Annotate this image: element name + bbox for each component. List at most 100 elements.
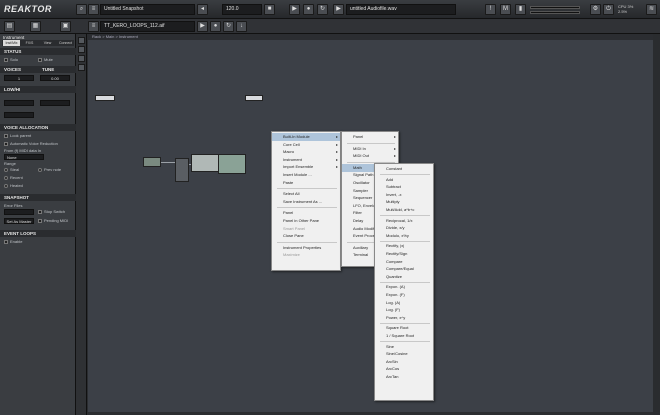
sample-loop-button[interactable]: ↻ [223, 21, 234, 32]
menu-item[interactable]: Mult/Add, a*b+c [375, 206, 433, 214]
tab-fx[interactable]: FX/S [21, 40, 38, 46]
properties-icon[interactable] [78, 46, 85, 53]
menu-item-label: Log. (F) [386, 307, 401, 313]
module-node[interactable] [191, 154, 221, 172]
loop-button[interactable]: ↻ [317, 4, 328, 15]
menu-item-label: Import Ensemble [283, 164, 314, 170]
vel-low-field[interactable] [4, 112, 34, 118]
look-parent-checkbox[interactable] [4, 134, 8, 138]
power-icon[interactable]: ⏻ [603, 4, 614, 15]
menu-item-label: Modulo, x%y [386, 232, 409, 238]
tab-inst-mix[interactable]: Inst/Mix [3, 40, 20, 46]
menu-item-label: Expon. (A) [386, 284, 405, 290]
menu-item-label: Close Pane [283, 233, 304, 239]
menu-item[interactable]: Panel ▸ [342, 133, 398, 141]
prev-note-radio[interactable] [38, 168, 42, 172]
input-port-node[interactable] [95, 95, 115, 101]
menu-item-label: Instrument [283, 156, 302, 162]
heated-radio[interactable] [4, 184, 8, 188]
menu-item[interactable]: Quantize [375, 273, 433, 281]
volume-meter [530, 6, 580, 9]
enable-checkbox[interactable] [4, 240, 8, 244]
menu-item-label: Filter [353, 210, 362, 216]
snapshot-prev-button[interactable]: ◂ [197, 4, 208, 15]
menu-item[interactable]: Constant [375, 165, 433, 173]
midi-button[interactable]: M [500, 4, 511, 15]
breadcrumb-item[interactable]: Instrument [119, 34, 138, 39]
menu-item-label: MIDI Out [353, 153, 370, 159]
auto-reduce-checkbox[interactable] [4, 142, 8, 146]
solo-label: Solo [10, 57, 19, 62]
browser-toggle-icon[interactable]: ▤ [4, 21, 15, 32]
menu-item-label: Sampler [353, 187, 368, 193]
stop-switch-checkbox[interactable] [38, 210, 42, 214]
tempo-field[interactable]: 120.0 [222, 4, 262, 15]
pitch-low-field[interactable] [4, 100, 34, 106]
pending-midi-checkbox[interactable] [38, 219, 42, 223]
pitch-high-field[interactable] [40, 100, 70, 106]
error-files-field[interactable] [4, 209, 34, 215]
menu-item[interactable]: Maximize [272, 251, 340, 259]
play-button[interactable]: ▶ [289, 4, 300, 15]
menu-item-label: Panel [283, 210, 294, 216]
structure-view-icon[interactable]: ▣ [60, 21, 71, 32]
look-parent-label: Look parent [10, 133, 32, 138]
panel-lock-icon[interactable] [78, 55, 85, 62]
meter-button[interactable]: ▮ [515, 4, 526, 15]
menu-item[interactable]: Power, x^y [375, 314, 433, 322]
menu-item-label: ArcTan [386, 374, 399, 379]
audio-file-play-button[interactable]: ▶ [333, 4, 344, 15]
set-master-button[interactable]: Set As Master [4, 218, 34, 224]
menu-item-label: Panel in Other Pane [283, 218, 320, 223]
menu-item[interactable]: Modulo, x%y [375, 232, 433, 240]
module-node[interactable] [175, 158, 189, 182]
tab-view[interactable]: View [39, 40, 56, 46]
menu-item[interactable]: Save Instrument As ... [272, 198, 340, 206]
up-level-icon[interactable] [78, 37, 85, 44]
module-node[interactable] [218, 154, 246, 174]
menu-item[interactable]: Close Pane [272, 232, 340, 240]
menu-item-label: Save Instrument As ... [283, 198, 323, 204]
status-heading: STATUS [0, 48, 76, 55]
midi-range-heading: LOW/HI [0, 86, 76, 93]
sample-file-field[interactable]: TT_KERO_LOOPS_112.aif [100, 21, 195, 32]
voices-heading: VOICES [0, 66, 38, 73]
menu-item[interactable]: ArcTan [375, 373, 433, 381]
stop-button[interactable]: ■ [264, 4, 275, 15]
breadcrumb-item[interactable]: Rack [92, 34, 101, 39]
submenu-arrow-icon: ▸ [393, 153, 396, 159]
breadcrumb-item[interactable]: Main [106, 34, 115, 39]
menu-item-label: Built-In Module [283, 134, 310, 139]
file-menu-button[interactable]: ≡ [88, 21, 99, 32]
panel-view-icon[interactable]: ▦ [30, 21, 41, 32]
snapshot-menu-button[interactable]: ≡ [88, 4, 99, 15]
record-button[interactable]: ● [303, 4, 314, 15]
recent-radio[interactable] [4, 176, 8, 180]
grid-icon[interactable] [78, 64, 85, 71]
sample-record-button[interactable]: ● [210, 21, 221, 32]
panic-button[interactable]: ! [485, 4, 496, 15]
tune-field[interactable]: 0.00 [40, 75, 70, 81]
menu-item-label: Compare [386, 258, 403, 264]
vertical-scrollbar[interactable] [653, 34, 660, 415]
volume-slider[interactable] [530, 11, 580, 14]
steal-radio[interactable] [4, 168, 8, 172]
sample-play-button[interactable]: ▶ [197, 21, 208, 32]
menu-separator [277, 207, 337, 209]
mute-checkbox[interactable] [38, 58, 42, 62]
voices-field[interactable]: 1 [4, 75, 34, 81]
menu-item[interactable]: 1 / Square Root [375, 332, 433, 340]
tab-connect[interactable]: Connect [57, 40, 74, 46]
from-midi-select[interactable]: None [4, 154, 44, 160]
menu-item[interactable]: Paste [272, 179, 340, 187]
solo-checkbox[interactable] [4, 58, 8, 62]
menu-item-label: Square Root [386, 325, 409, 331]
module-node[interactable] [143, 157, 161, 167]
audio-settings-button[interactable]: ⚙ [590, 4, 601, 15]
sample-cue-button[interactable]: ↓ [236, 21, 247, 32]
audio-file-field[interactable]: untitled Audiofile.wav [346, 4, 456, 15]
snapshot-field[interactable]: Untitled Snapshot [100, 4, 195, 15]
search-button[interactable]: ⌕ [76, 4, 87, 15]
menu-item[interactable]: MIDI Out ▸ [342, 152, 398, 160]
output-port-node[interactable] [245, 95, 263, 101]
